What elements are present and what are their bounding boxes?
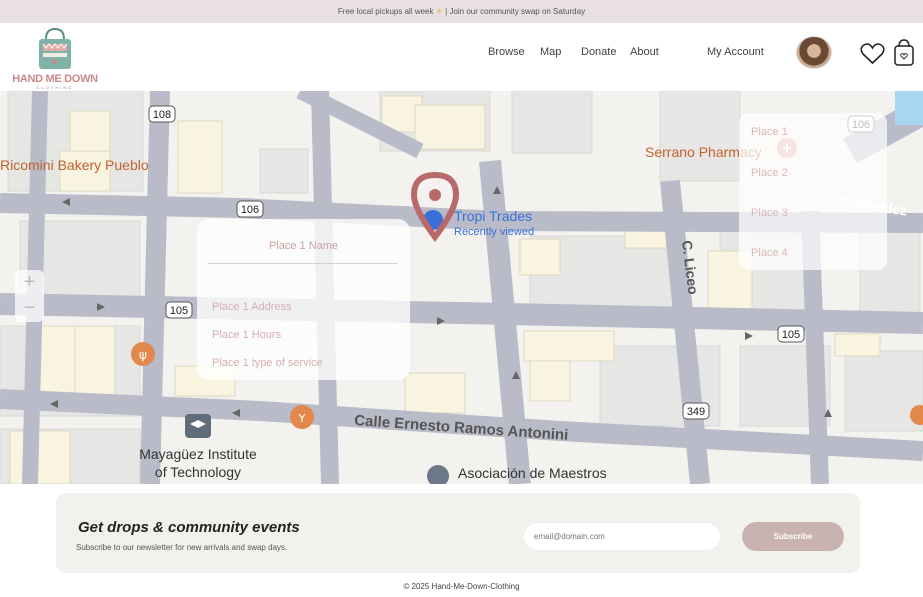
zoom-out-button[interactable]: −	[15, 296, 44, 322]
route-106-label: 106	[241, 204, 259, 216]
institute-label-1: Mayagüez Institute	[139, 446, 257, 462]
heart-icon[interactable]	[860, 42, 885, 66]
shopping-bag-logo-icon	[39, 27, 71, 69]
bakery-label: Ricomini Bakery Pueblo	[0, 157, 149, 173]
svg-text:ψ: ψ	[139, 348, 147, 362]
announcement-text: Free local pickups all week	[337, 7, 434, 16]
route-108-label: 108	[153, 109, 171, 121]
zoom-controls: + −	[15, 270, 44, 322]
logo[interactable]: HAND ME DOWN CLOTHING	[10, 27, 100, 90]
map-view[interactable]: 108 106 105 105 349 106 ψ Y Ricomini Bak…	[0, 91, 923, 484]
place-name: Place 1 Name	[268, 240, 339, 252]
card-divider	[208, 263, 398, 264]
newsletter-title: Get drops & community events	[78, 519, 300, 536]
announcement-bar: Free local pickups all week ☀ | Join our…	[0, 0, 923, 23]
route-105-label-2: 105	[782, 329, 800, 341]
asociacion-label: Asociación de Maestros	[458, 465, 607, 481]
tropi-trades-label: Tropi Trades	[454, 208, 532, 224]
avatar[interactable]	[796, 36, 832, 69]
newsletter-section: Get drops & community events Subscribe t…	[56, 493, 860, 573]
logo-sub: CLOTHING	[36, 85, 74, 90]
recently-viewed-label: Recently viewed	[454, 226, 534, 238]
logo-name: HAND ME DOWN	[12, 73, 98, 85]
nav-map[interactable]: Map	[540, 46, 561, 58]
place-hours: Place 1 Hours	[212, 329, 282, 341]
sun-icon: ☀	[435, 7, 443, 16]
place-list-item[interactable]: Place 4	[751, 247, 788, 259]
place-address: Place 1 Address	[212, 301, 292, 313]
newsletter-subtitle: Subscribe to our newsletter for new arri…	[76, 543, 288, 552]
email-input[interactable]	[523, 522, 721, 551]
announcement-text-2: | Join our community swap on Saturday	[445, 7, 586, 16]
shopping-bag-icon[interactable]	[893, 38, 915, 67]
copyright: © 2025 Hand-Me-Down-Clothing	[403, 582, 520, 591]
zoom-in-button[interactable]: +	[15, 270, 44, 296]
route-105-label: 105	[170, 305, 188, 317]
place-list-item[interactable]: Place 3	[751, 207, 788, 219]
place-service-type: Place 1 type of service	[212, 357, 323, 369]
place-details-card: Place 1 Name Place 1 Address Place 1 Hou…	[197, 219, 410, 380]
route-349-label: 349	[687, 406, 705, 418]
svg-text:Y: Y	[298, 412, 306, 425]
place-list-item[interactable]: Place 2	[751, 167, 788, 179]
places-list: Place 1 Place 2 Place 3 Place 4	[739, 113, 887, 270]
nav-browse[interactable]: Browse	[488, 46, 525, 58]
nav-about[interactable]: About	[630, 46, 659, 58]
nav-my-account[interactable]: My Account	[707, 46, 764, 58]
institute-label-2: of Technology	[155, 464, 241, 480]
site-header: HAND ME DOWN CLOTHING Browse Map Donate …	[0, 23, 923, 91]
place-list-item[interactable]: Place 1	[751, 126, 788, 138]
nav-donate[interactable]: Donate	[581, 46, 616, 58]
subscribe-button[interactable]: Subscribe	[742, 522, 844, 551]
